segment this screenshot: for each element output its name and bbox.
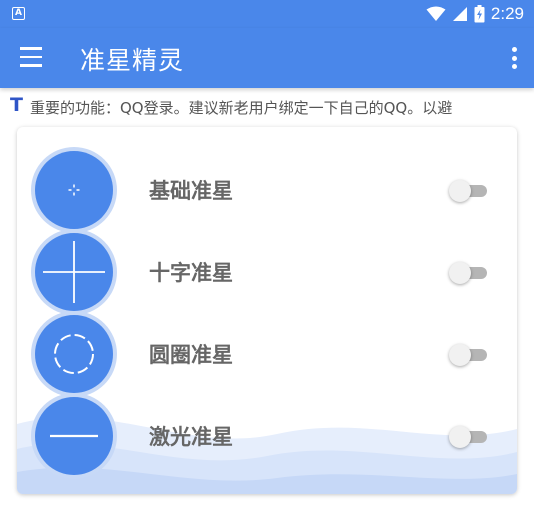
crosshair-item-basic[interactable]: 基础准星 — [17, 149, 517, 231]
basic-crosshair-icon — [35, 151, 113, 229]
crosshair-label: 激光准星 — [149, 425, 233, 449]
app-title: 准星精灵 — [80, 46, 185, 75]
wifi-icon — [426, 6, 446, 21]
cross-crosshair-icon — [35, 233, 113, 311]
laser-crosshair-icon — [35, 397, 113, 475]
toggle-switch-laser[interactable] — [449, 426, 487, 448]
app-bar: 准星精灵 — [0, 28, 534, 88]
crosshair-item-cross[interactable]: 十字准星 — [17, 231, 517, 313]
crosshair-card: 基础准星 十字准星 圆圈准星 激光准星 — [17, 127, 517, 494]
notice-marquee[interactable]: T 重要的功能：QQ登录。建议新老用户绑定一下自己的QQ。以避 — [0, 93, 534, 119]
status-bar: A 2:29 — [0, 0, 534, 28]
crosshair-label: 基础准星 — [149, 179, 233, 203]
crosshair-label: 圆圈准星 — [149, 343, 233, 367]
crosshair-label: 十字准星 — [149, 261, 233, 285]
status-time: 2:29 — [490, 4, 524, 23]
toggle-switch-circle[interactable] — [449, 344, 487, 366]
notice-text: 重要的功能：QQ登录。建议新老用户绑定一下自己的QQ。以避 — [30, 99, 453, 117]
crosshair-item-laser[interactable]: 激光准星 — [17, 395, 517, 477]
toggle-switch-cross[interactable] — [449, 262, 487, 284]
more-vert-icon[interactable] — [510, 47, 518, 69]
crosshair-item-circle[interactable]: 圆圈准星 — [17, 313, 517, 395]
circle-crosshair-icon — [35, 315, 113, 393]
battery-icon — [474, 5, 485, 23]
toggle-switch-basic[interactable] — [449, 180, 487, 202]
notification-icon: A — [12, 7, 25, 20]
hamburger-menu-icon[interactable] — [20, 47, 44, 69]
notice-icon: T — [10, 94, 23, 116]
status-icons: 2:29 — [426, 4, 524, 24]
signal-icon — [452, 7, 467, 21]
